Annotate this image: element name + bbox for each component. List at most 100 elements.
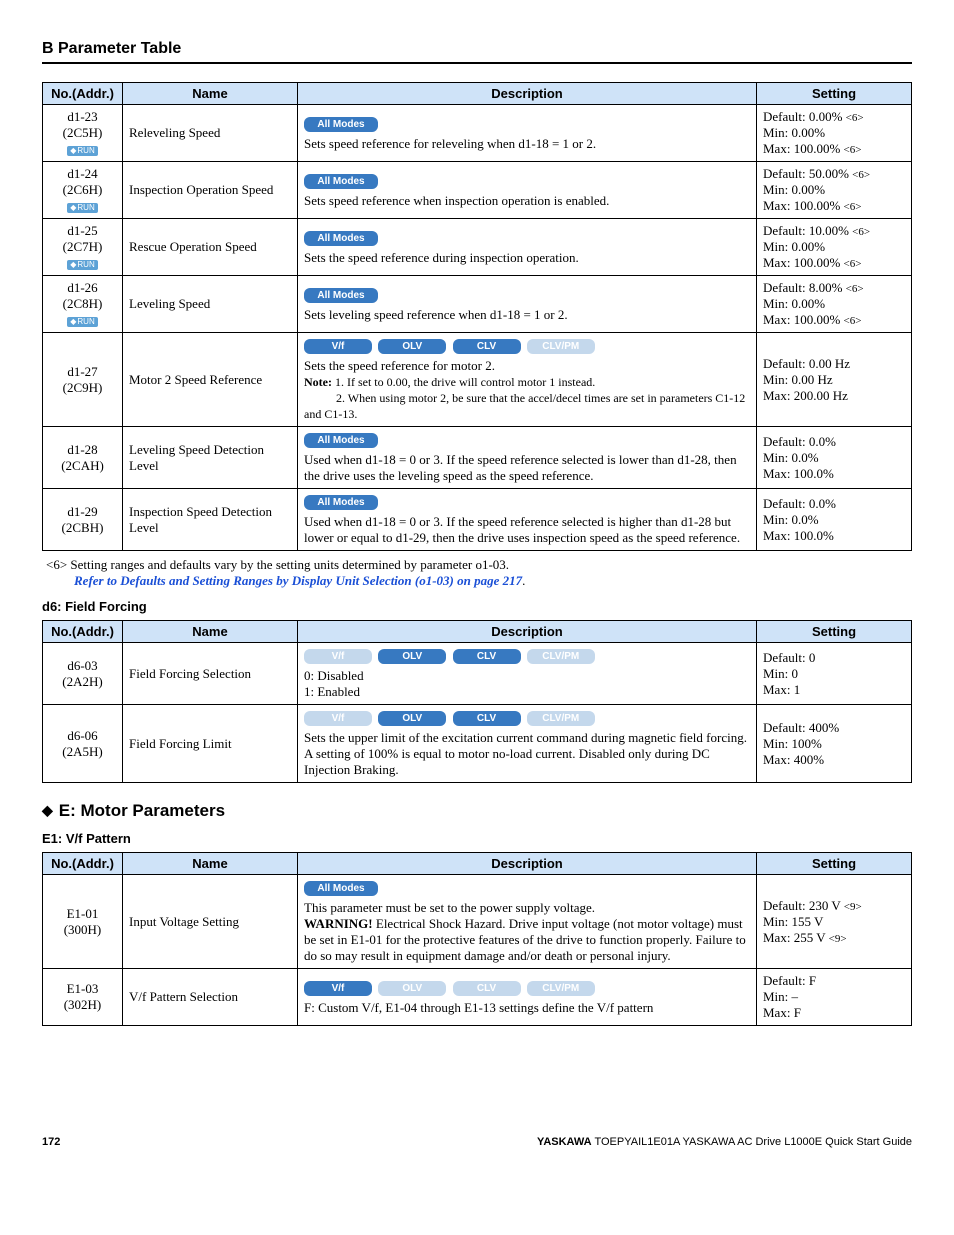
setting-min: Min: –: [763, 989, 798, 1004]
footnote-6: <6> Setting ranges and defaults vary by …: [46, 557, 912, 589]
param-name: Releveling Speed: [123, 105, 298, 162]
param-desc: V/f OLV CLV CLV/PM Sets the speed refere…: [298, 333, 757, 427]
setting-max: Max: 1: [763, 682, 800, 697]
param-setting: Default: 230 V <9> Min: 155 V Max: 255 V…: [757, 875, 912, 969]
param-no: E1-03 (302H): [43, 969, 123, 1026]
param-name: Field Forcing Limit: [123, 705, 298, 783]
param-no: d1-23 (2C5H) RUN: [43, 105, 123, 162]
mode-clv-badge: CLV: [453, 711, 521, 726]
mode-all-badge: All Modes: [304, 433, 378, 448]
param-setting: Default: 0.00 Hz Min: 0.00 Hz Max: 200.0…: [757, 333, 912, 427]
footnote-link[interactable]: Refer to Defaults and Setting Ranges by …: [74, 573, 522, 588]
param-name: Inspection Speed Detection Level: [123, 489, 298, 551]
param-name: Leveling Speed Detection Level: [123, 427, 298, 489]
col-name: Name: [123, 853, 298, 875]
param-setting: Default: 8.00% <6> Min: 0.00% Max: 100.0…: [757, 276, 912, 333]
param-no: E1-01 (300H): [43, 875, 123, 969]
param-id: d6-06: [67, 728, 97, 743]
mode-clvpm-badge: CLV/PM: [527, 711, 595, 726]
subsection-e1: E1: V/f Pattern: [42, 831, 912, 846]
mode-clv-badge: CLV: [453, 649, 521, 664]
setting-max: Max: 100.00%: [763, 198, 844, 213]
warning-label: WARNING!: [304, 916, 373, 931]
setting-max: Max: F: [763, 1005, 801, 1020]
col-desc: Description: [298, 83, 757, 105]
mode-clv-badge: CLV: [453, 339, 521, 354]
param-addr: (2A2H): [62, 674, 102, 689]
page-footer: 172 YASKAWA TOEPYAIL1E01A YASKAWA AC Dri…: [42, 1136, 912, 1148]
footer-text: YASKAWA TOEPYAIL1E01A YASKAWA AC Drive L…: [537, 1136, 912, 1148]
mode-all-badge: All Modes: [304, 881, 378, 896]
param-setting: Default: 0.00% <6> Min: 0.00% Max: 100.0…: [757, 105, 912, 162]
param-name: V/f Pattern Selection: [123, 969, 298, 1026]
param-id: d1-29: [67, 504, 97, 519]
parameter-table-d1: No.(Addr.) Name Description Setting d1-2…: [42, 82, 912, 551]
desc-text: F: Custom V/f, E1-04 through E1-13 setti…: [304, 1000, 653, 1015]
ref-note: <6>: [852, 169, 870, 181]
note-line: 2. When using motor 2, be sure that the …: [304, 391, 745, 421]
param-setting: Default: 50.00% <6> Min: 0.00% Max: 100.…: [757, 162, 912, 219]
col-name: Name: [123, 83, 298, 105]
setting-default: Default: 0: [763, 650, 815, 665]
mode-vf-badge: V/f: [304, 981, 372, 996]
desc-text: Sets speed reference when inspection ope…: [304, 193, 609, 208]
table-row: E1-01 (300H) Input Voltage Setting All M…: [43, 875, 912, 969]
mode-all-badge: All Modes: [304, 174, 378, 189]
param-desc: V/f OLV CLV CLV/PM F: Custom V/f, E1-04 …: [298, 969, 757, 1026]
run-badge: RUN: [67, 146, 98, 156]
param-addr: (302H): [64, 997, 102, 1012]
setting-default: Default: 0.0%: [763, 434, 836, 449]
ref-note: <6>: [846, 112, 864, 124]
ref-note: <6>: [844, 315, 862, 327]
col-no: No.(Addr.): [43, 853, 123, 875]
setting-default: Default: 400%: [763, 720, 839, 735]
param-no: d6-03 (2A2H): [43, 643, 123, 705]
table-header-row: No.(Addr.) Name Description Setting: [43, 621, 912, 643]
setting-min: Min: 155 V: [763, 914, 823, 929]
footnote-text: .: [522, 573, 525, 588]
setting-min: Min: 0.00%: [763, 296, 825, 311]
setting-min: Min: 100%: [763, 736, 822, 751]
param-addr: (2CBH): [62, 520, 104, 535]
mode-all-badge: All Modes: [304, 495, 378, 510]
note-label: Note:: [304, 375, 335, 389]
table-row: d6-03 (2A2H) Field Forcing Selection V/f…: [43, 643, 912, 705]
desc-text: Sets the speed reference during inspecti…: [304, 250, 579, 265]
table-row: d6-06 (2A5H) Field Forcing Limit V/f OLV…: [43, 705, 912, 783]
param-name: Leveling Speed: [123, 276, 298, 333]
table-row: d1-24 (2C6H) RUN Inspection Operation Sp…: [43, 162, 912, 219]
desc-text: Sets the upper limit of the excitation c…: [304, 730, 747, 777]
param-desc: All Modes Used when d1-18 = 0 or 3. If t…: [298, 489, 757, 551]
setting-default: Default: 10.00%: [763, 223, 852, 238]
col-name: Name: [123, 621, 298, 643]
param-addr: (2A5H): [62, 744, 102, 759]
desc-text: Sets leveling speed reference when d1-18…: [304, 307, 568, 322]
section-header: B Parameter Table: [42, 40, 912, 64]
setting-max: Max: 100.00%: [763, 255, 844, 270]
mode-all-badge: All Modes: [304, 117, 378, 132]
ref-note: <6>: [844, 258, 862, 270]
table-row: d1-29 (2CBH) Inspection Speed Detection …: [43, 489, 912, 551]
desc-text: Sets the speed reference for motor 2.: [304, 358, 495, 373]
mode-vf-badge: V/f: [304, 649, 372, 664]
parameter-table-d6: No.(Addr.) Name Description Setting d6-0…: [42, 620, 912, 783]
setting-min: Min: 0.00 Hz: [763, 372, 833, 387]
setting-default: Default: 0.00%: [763, 109, 846, 124]
col-no: No.(Addr.): [43, 83, 123, 105]
param-name: Motor 2 Speed Reference: [123, 333, 298, 427]
mode-vf-badge: V/f: [304, 711, 372, 726]
setting-min: Min: 0: [763, 666, 798, 681]
desc-text: Used when d1-18 = 0 or 3. If the speed r…: [304, 452, 737, 483]
mode-all-badge: All Modes: [304, 231, 378, 246]
col-set: Setting: [757, 83, 912, 105]
param-id: E1-01: [67, 906, 99, 921]
square-bullet-icon: ◆: [42, 802, 53, 818]
setting-default: Default: 8.00%: [763, 280, 846, 295]
param-id: d1-25: [67, 223, 97, 238]
table-row: d1-27 (2C9H) Motor 2 Speed Reference V/f…: [43, 333, 912, 427]
param-desc: All Modes Sets speed reference when insp…: [298, 162, 757, 219]
param-id: d1-28: [67, 442, 97, 457]
param-name: Input Voltage Setting: [123, 875, 298, 969]
ref-note: <6>: [844, 201, 862, 213]
subsection-d6: d6: Field Forcing: [42, 599, 912, 614]
